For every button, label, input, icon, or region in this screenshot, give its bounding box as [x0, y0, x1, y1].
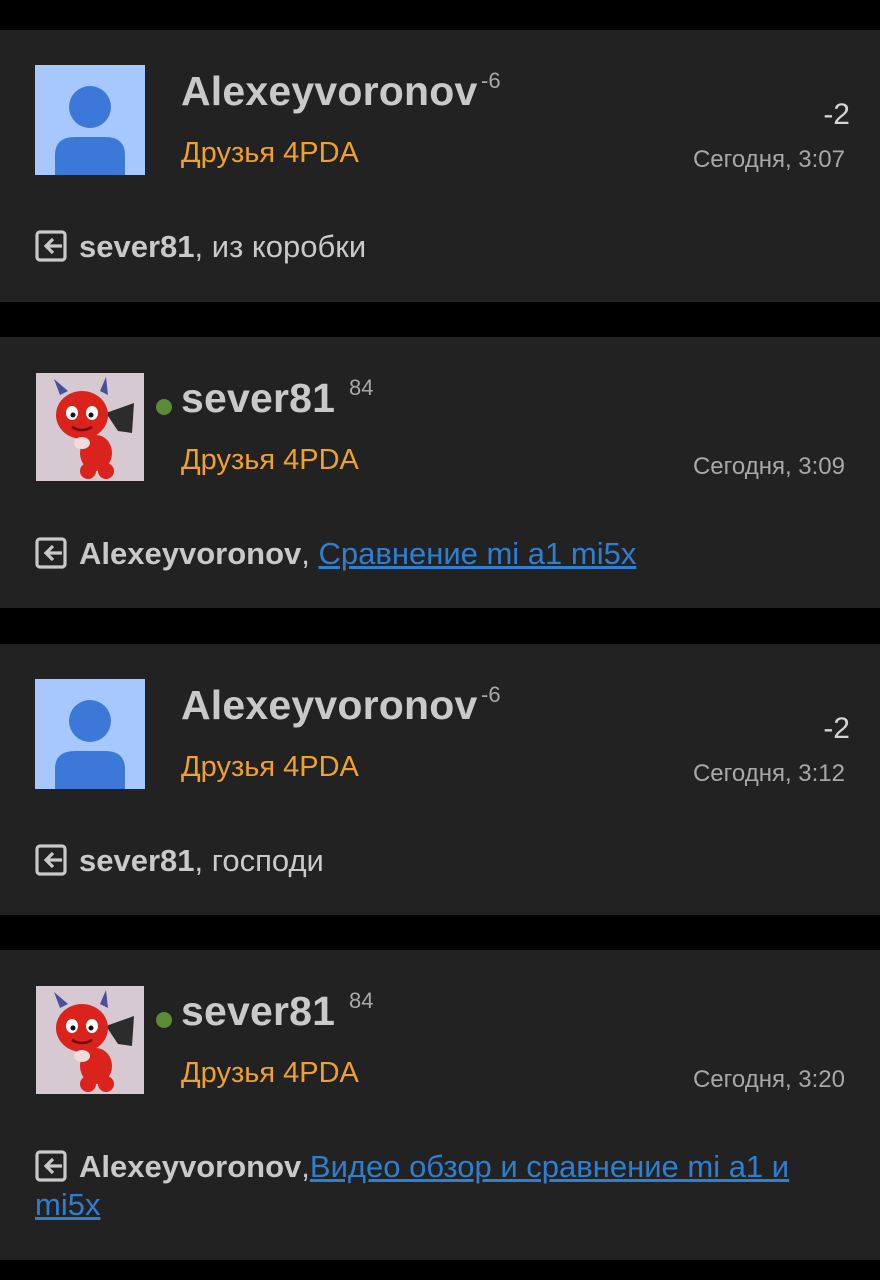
reply-icon [35, 843, 69, 877]
post-score: -2 [823, 712, 850, 745]
reputation: -6 [481, 682, 501, 707]
avatar[interactable] [36, 986, 144, 1094]
online-status-dot [156, 1012, 172, 1028]
post-card: Alexeyvoronov -6 -2 Друзья 4PDA Сегодня,… [0, 30, 880, 302]
post-card: sever81 84 Друзья 4PDA Сегодня, 3:09 Ale… [0, 337, 880, 608]
username[interactable]: Alexeyvoronov [181, 682, 478, 729]
user-group: Друзья 4PDA [181, 137, 359, 169]
post-card: Alexeyvoronov -6 -2 Друзья 4PDA Сегодня,… [0, 644, 880, 915]
user-group: Друзья 4PDA [181, 444, 359, 476]
reply-to-user[interactable]: Alexeyvoronov [79, 536, 301, 571]
post-body: sever81, господи [35, 842, 840, 880]
reply-to-user[interactable]: Alexeyvoronov [79, 1149, 301, 1184]
post-date: Сегодня, 3:07 [692, 146, 845, 173]
reply-icon [35, 1149, 69, 1183]
reply-to-user[interactable]: sever81 [79, 843, 195, 878]
avatar[interactable] [35, 65, 145, 175]
username[interactable]: Alexeyvoronov [181, 68, 478, 115]
post-date: Сегодня, 3:09 [692, 453, 845, 480]
post-link[interactable]: Сравнение mi a1 mi5x [319, 536, 637, 571]
post-body: Alexeyvoronov,Видео обзор и сравнение mi… [35, 1148, 840, 1224]
red-devil-avatar-icon [36, 373, 144, 481]
default-user-avatar-icon [35, 679, 145, 789]
post-body: Alexeyvoronov, Сравнение mi a1 mi5x [35, 535, 840, 573]
reply-icon [35, 536, 69, 570]
reputation: -6 [481, 68, 501, 93]
separator: , [301, 1149, 310, 1184]
reply-to-user[interactable]: sever81 [79, 229, 195, 264]
red-devil-avatar-icon [36, 986, 144, 1094]
reputation: 84 [349, 375, 374, 400]
user-group: Друзья 4PDA [181, 1057, 359, 1089]
post-score: -2 [823, 98, 850, 131]
user-group: Друзья 4PDA [181, 751, 359, 783]
post-date: Сегодня, 3:20 [692, 1066, 845, 1093]
username[interactable]: sever81 [181, 375, 335, 422]
avatar[interactable] [36, 373, 144, 481]
online-status-dot [156, 399, 172, 415]
reply-icon [35, 229, 69, 263]
default-user-avatar-icon [35, 65, 145, 175]
post-date: Сегодня, 3:12 [692, 760, 845, 787]
post-card: sever81 84 Друзья 4PDA Сегодня, 3:20 Ale… [0, 950, 880, 1260]
separator: , [301, 536, 319, 571]
post-text: из коробки [203, 229, 367, 264]
post-feed: Alexeyvoronov -6 -2 Друзья 4PDA Сегодня,… [0, 0, 880, 1280]
separator: , [194, 229, 204, 264]
avatar[interactable] [35, 679, 145, 789]
reputation: 84 [349, 988, 374, 1013]
username[interactable]: sever81 [181, 988, 335, 1035]
post-text: господи [203, 843, 324, 878]
separator: , [194, 843, 204, 878]
post-body: sever81, из коробки [35, 228, 840, 266]
